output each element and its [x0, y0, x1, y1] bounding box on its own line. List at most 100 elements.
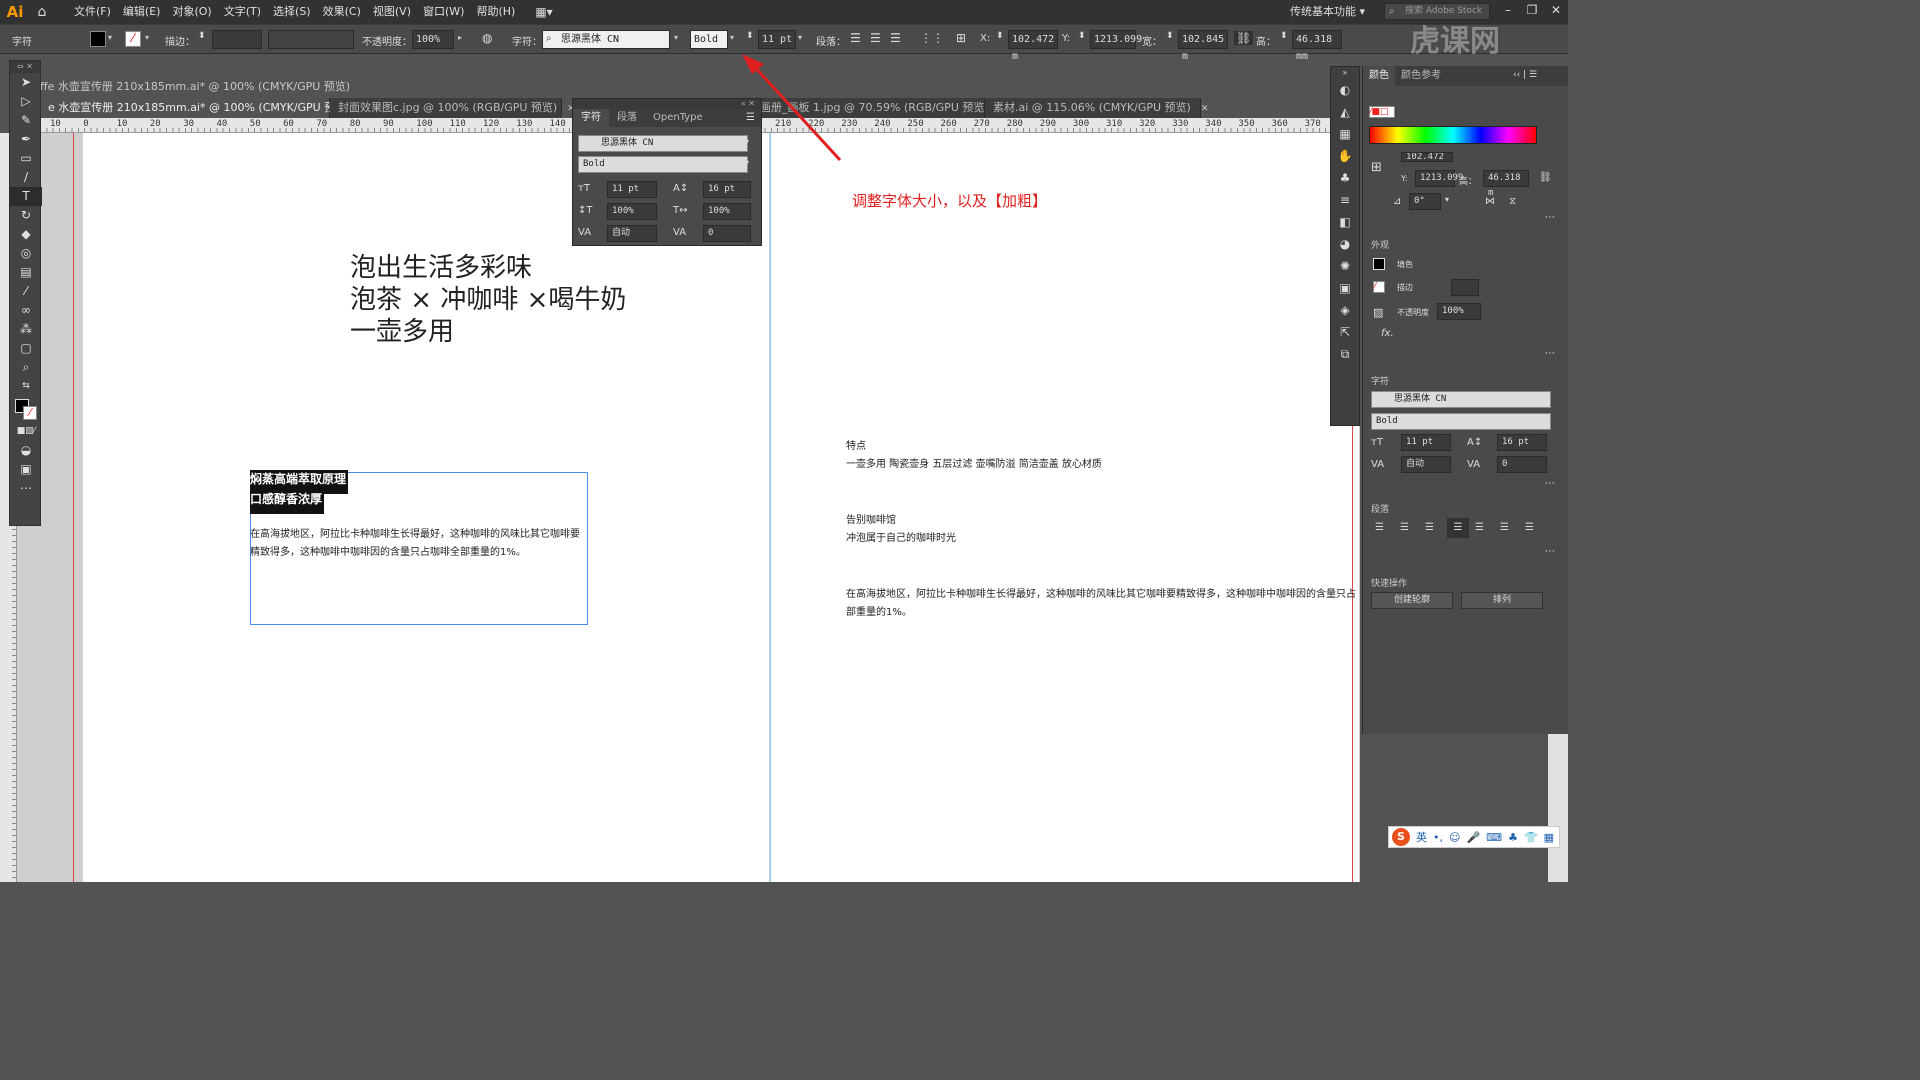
headline-text[interactable]: 泡出生活多彩味 泡茶 × 冲咖啡 ×喝牛奶 一壶多用	[350, 252, 626, 348]
panel-font-family-field[interactable]: 思源黑体 CN	[578, 135, 748, 152]
more-options-icon[interactable]: ⋯	[1545, 478, 1555, 489]
align-objects-icon[interactable]: ⋮⋮	[920, 31, 944, 45]
voice-icon[interactable]: 🎤	[1466, 831, 1480, 844]
character-panel-tab[interactable]: 段落	[609, 109, 645, 127]
stroke-swatch[interactable]: ⁄	[1373, 281, 1385, 293]
artboard-tool-icon[interactable]: ▢	[10, 339, 42, 358]
pen-tool-icon[interactable]: ✒	[10, 130, 42, 149]
rectangle-tool-icon[interactable]: ▭	[10, 149, 42, 168]
sogou-logo-icon[interactable]: S	[1392, 828, 1410, 846]
font-style-dropdown-icon[interactable]: ▾	[745, 158, 749, 167]
maximize-button[interactable]: ❐	[1520, 0, 1544, 24]
constrain-link-icon[interactable]: ⛓	[1234, 31, 1254, 45]
strip-grip[interactable]: »	[1331, 67, 1359, 79]
skin-icon[interactable]: ♣	[1508, 831, 1518, 844]
type-tool-icon[interactable]: T	[10, 187, 42, 206]
panel-font-size-field[interactable]: 11 pt	[607, 181, 657, 198]
panel-menu-icon[interactable]: ☰	[746, 112, 755, 123]
angle-field[interactable]: 0°	[1409, 193, 1441, 210]
flip-horizontal-icon[interactable]: ⋈	[1485, 196, 1495, 207]
props-leading-field[interactable]: 16 pt	[1497, 434, 1547, 451]
w-stepper-icon[interactable]: ⬍	[1166, 31, 1174, 41]
y-field[interactable]: 1213.099	[1090, 30, 1142, 49]
punctuation-icon[interactable]: •,	[1433, 831, 1443, 844]
symbols-panel-icon[interactable]: ♣	[1331, 167, 1359, 189]
color-panel-tab[interactable]: 颜色参考	[1395, 66, 1447, 86]
color-guide-icon[interactable]: ◭	[1331, 101, 1359, 123]
cafe-title[interactable]: 告别咖啡馆	[846, 512, 896, 530]
h-stepper-icon[interactable]: ⬍	[1280, 31, 1288, 41]
more-options-icon[interactable]: ⋯	[1545, 546, 1555, 557]
right-body-text-line2[interactable]: 部重量的1%。	[846, 604, 912, 622]
more-options-icon[interactable]: ⋯	[1545, 212, 1555, 223]
props-kerning-field[interactable]: 自动	[1401, 456, 1451, 473]
gradient-panel-icon[interactable]: ◧	[1331, 211, 1359, 233]
selection-tool-icon[interactable]: ➤	[10, 73, 42, 92]
draw-mode-icon[interactable]: ◒	[10, 441, 42, 460]
shirt-icon[interactable]: 👕	[1524, 831, 1538, 844]
x-field[interactable]: 102.472 m	[1008, 30, 1058, 62]
panel-vertical-scale-field[interactable]: 100%	[607, 203, 657, 220]
justify-left-icon[interactable]: ☰	[1447, 518, 1469, 538]
brushes-panel-icon[interactable]: ✋	[1331, 145, 1359, 167]
ime-mode-toggle[interactable]: 英	[1416, 829, 1427, 845]
artboard-right[interactable]	[771, 133, 1359, 882]
panel-kerning-field[interactable]: 自动	[607, 225, 657, 242]
close-button[interactable]: ✕	[1544, 0, 1568, 24]
rotate-tool-icon[interactable]: ↻	[10, 206, 42, 225]
angle-dropdown-icon[interactable]: ▾	[1445, 195, 1449, 204]
panel-leading-field[interactable]: 16 pt	[703, 181, 751, 198]
artboards-panel-icon[interactable]: ⧉	[1331, 343, 1359, 365]
features-list[interactable]: 一壶多用 陶瓷壶身 五层过滤 壶嘴防溢 简洁壶盖 放心材质	[846, 456, 1102, 474]
none-white-black-swatches[interactable]: ⁄■□	[1369, 106, 1395, 118]
stroke-color-swatch[interactable]: ⁄	[23, 406, 37, 420]
x-field[interactable]: 102.472	[1401, 152, 1453, 162]
direct-selection-tool-icon[interactable]: ▷	[10, 92, 42, 111]
justify-right-icon[interactable]: ☰	[1500, 522, 1509, 533]
align-left-icon[interactable]: ☰	[1375, 522, 1384, 533]
props-tracking-field[interactable]: 0	[1497, 456, 1547, 473]
paintbrush-tool-icon[interactable]: ∕	[10, 168, 42, 187]
selected-text-line[interactable]: 口感醇香浓厚	[250, 490, 325, 514]
features-title[interactable]: 特点	[846, 438, 866, 456]
panel-tracking-field[interactable]: 0	[703, 225, 751, 242]
y-field[interactable]: 1213.099	[1415, 170, 1463, 187]
justify-center-icon[interactable]: ☰	[1475, 522, 1484, 533]
fx-button[interactable]: fx.	[1381, 328, 1394, 339]
x-stepper-icon[interactable]: ⬍	[996, 31, 1004, 41]
swatches-panel-icon[interactable]: ▦	[1331, 123, 1359, 145]
arrange-button[interactable]: 排列	[1461, 592, 1543, 609]
vertical-scrollbar[interactable]	[1548, 734, 1568, 882]
justify-all-icon[interactable]: ☰	[1525, 522, 1534, 533]
h-field[interactable]: 46.318 mm	[1292, 30, 1342, 62]
curvature-tool-icon[interactable]: ✎	[10, 111, 42, 130]
align-right-icon[interactable]: ☰	[1425, 522, 1434, 533]
color-mode-icons[interactable]: ■▨⁄	[10, 422, 42, 441]
symbol-sprayer-tool-icon[interactable]: ⁂	[10, 320, 42, 339]
props-font-style-field[interactable]: Bold	[1371, 413, 1551, 430]
reference-point-icon[interactable]: ⊞	[1371, 160, 1382, 175]
y-stepper-icon[interactable]: ⬍	[1078, 31, 1086, 41]
close-tab-icon[interactable]: ✕	[1201, 104, 1209, 114]
more-options-icon[interactable]: ⋯	[1545, 348, 1555, 359]
font-family-dropdown-icon[interactable]: ▾	[745, 137, 749, 146]
flip-vertical-icon[interactable]: ⧖	[1509, 196, 1516, 207]
color-panel-tab[interactable]: 颜色	[1363, 66, 1395, 86]
right-body-text[interactable]: 在高海拔地区，阿拉比卡种咖啡生长得最好，这种咖啡的风味比其它咖啡要精致得多，这种…	[846, 586, 1360, 604]
panel-font-style-field[interactable]: Bold	[578, 156, 748, 173]
stroke-panel-icon[interactable]: ≡	[1331, 189, 1359, 211]
asset-export-panel-icon[interactable]: ⇱	[1331, 321, 1359, 343]
constrain-icon[interactable]: ⛓	[1539, 172, 1552, 183]
props-font-size-field[interactable]: 11 pt	[1401, 434, 1451, 451]
transparency-panel-icon[interactable]: ◕	[1331, 233, 1359, 255]
eraser-tool-icon[interactable]: ◆	[10, 225, 42, 244]
stroke-weight-field[interactable]	[1451, 279, 1479, 296]
color-spectrum[interactable]	[1369, 126, 1537, 144]
fill-swatch[interactable]	[1373, 258, 1385, 270]
screen-mode-icon[interactable]: ▣	[10, 460, 42, 479]
panel-grip[interactable]: ⇔ ✕	[10, 61, 40, 73]
keyboard-icon[interactable]: ⌨	[1486, 831, 1502, 844]
document-tab[interactable]: 素材.ai @ 115.06% (CMYK/GPU 预览) ✕	[985, 98, 1208, 118]
shape-builder-tool-icon[interactable]: ◎	[10, 244, 42, 263]
align-center-icon[interactable]: ☰	[1400, 522, 1409, 533]
